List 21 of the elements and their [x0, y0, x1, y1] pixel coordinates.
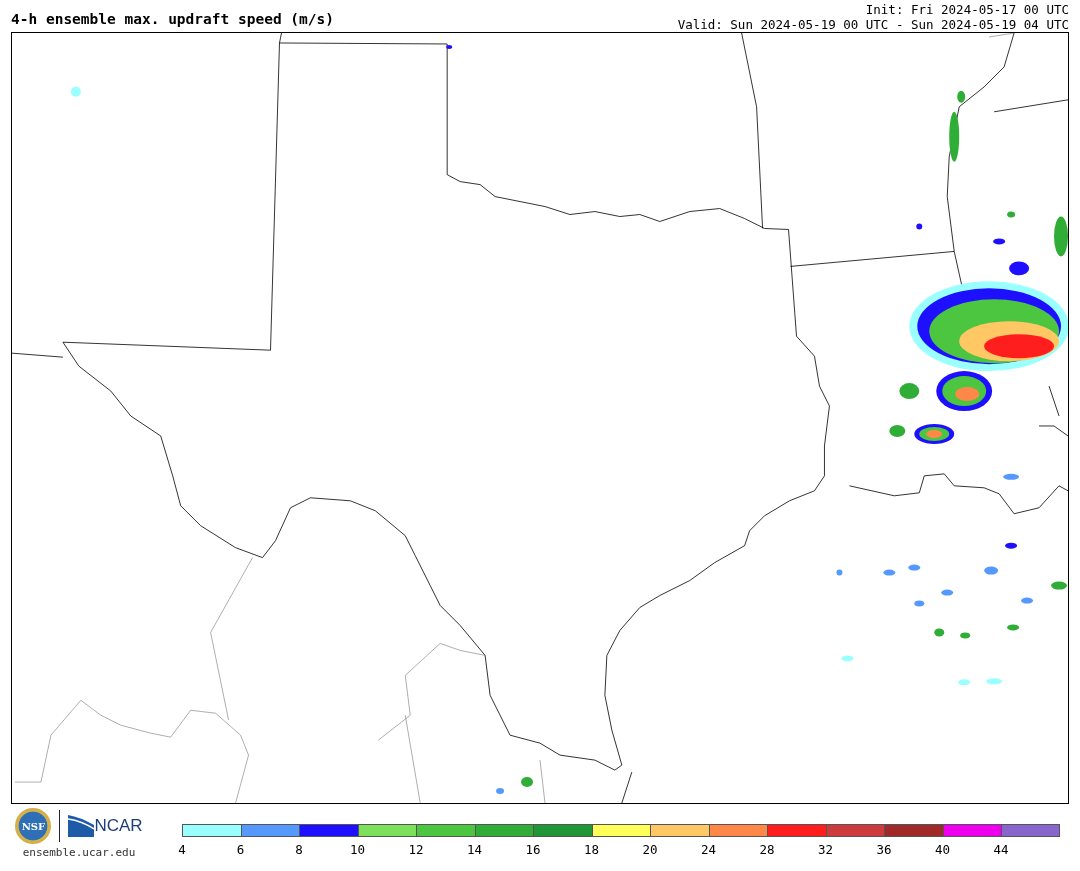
scale-tick-label: 28: [759, 842, 775, 857]
ncar-logo: NCAR: [68, 815, 143, 837]
scale-tick-label: 18: [583, 842, 600, 857]
chart-title: 4-h ensemble max. updraft speed (m/s): [11, 11, 334, 27]
scale-tick-label: 4: [178, 842, 186, 857]
scale-tick-label: 10: [349, 842, 366, 857]
scale-tick-label: 32: [817, 842, 834, 857]
scale-tick-label: 16: [525, 842, 541, 857]
scale-tick-label: 24: [700, 842, 717, 857]
scale-tick-label: 6: [236, 842, 245, 857]
valid-time: Valid: Sun 2024-05-19 00 UTC - Sun 2024-05-19 04 UTC: [677, 17, 1069, 32]
scale-tick-label: 20: [642, 842, 658, 857]
website-url: ensemble.ucar.edu: [22, 846, 136, 859]
scale-tick-label: 36: [876, 842, 892, 857]
scale-tick-label: 40: [934, 842, 951, 857]
scale-tick-label: 8: [295, 842, 303, 857]
scale-tick-label: 14: [466, 842, 483, 857]
scale-tick-label: 12: [408, 842, 424, 857]
scale-tick-label: 44: [993, 842, 1009, 857]
init-time: Init: Fri 2024-05-17 00 UTC: [865, 2, 1069, 17]
nsf-logo: NSF: [15, 808, 52, 844]
